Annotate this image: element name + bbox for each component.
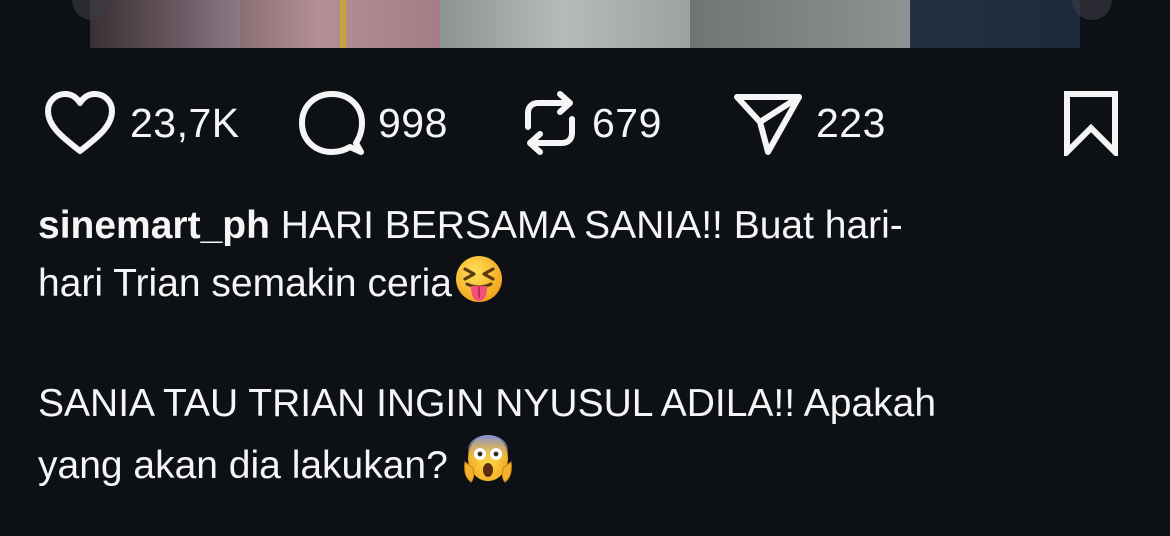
caption-line: yang akan dia lakukan? (38, 432, 1128, 502)
caption-line: hari Trian semakin ceria (38, 254, 1128, 320)
paper-plane-icon (732, 89, 804, 157)
caption-text: HARI BERSAMA SANIA!! Buat hari- (280, 204, 903, 247)
comment-button[interactable]: 998 (298, 88, 448, 158)
caption-text: yang akan dia lakukan? (38, 444, 459, 487)
repost-count: 679 (592, 99, 662, 146)
caption-line: sinemart_ph HARI BERSAMA SANIA!! Buat ha… (38, 198, 1128, 254)
post-caption: sinemart_ph HARI BERSAMA SANIA!! Buat ha… (38, 198, 1128, 502)
post-action-bar: 23,7K 998 679 223 (0, 88, 1170, 158)
heart-outline-icon (42, 90, 118, 156)
bookmark-button[interactable] (1062, 88, 1120, 158)
username-link[interactable]: sinemart_ph (38, 204, 270, 247)
caption-text: SANIA TAU TRIAN INGIN NYUSUL ADILA!! Apa… (38, 382, 937, 425)
share-button[interactable]: 223 (732, 88, 886, 158)
like-button[interactable]: 23,7K (42, 88, 240, 158)
squinting-face-with-tongue-icon (454, 254, 504, 320)
like-count: 23,7K (130, 99, 240, 146)
share-count: 223 (816, 99, 886, 146)
comment-bubble-icon (298, 89, 366, 157)
face-screaming-in-fear-icon (461, 432, 515, 502)
post-view: 23,7K 998 679 223 sinemart_ph HARI BERSA… (0, 0, 1170, 536)
post-media-image[interactable] (0, 0, 1170, 48)
caption-text: hari Trian semakin ceria (38, 262, 452, 305)
bookmark-outline-icon (1062, 90, 1120, 156)
repost-arrows-icon (520, 89, 580, 157)
repost-button[interactable]: 679 (520, 88, 662, 158)
comment-count: 998 (378, 99, 448, 146)
caption-line: SANIA TAU TRIAN INGIN NYUSUL ADILA!! Apa… (38, 376, 1128, 432)
